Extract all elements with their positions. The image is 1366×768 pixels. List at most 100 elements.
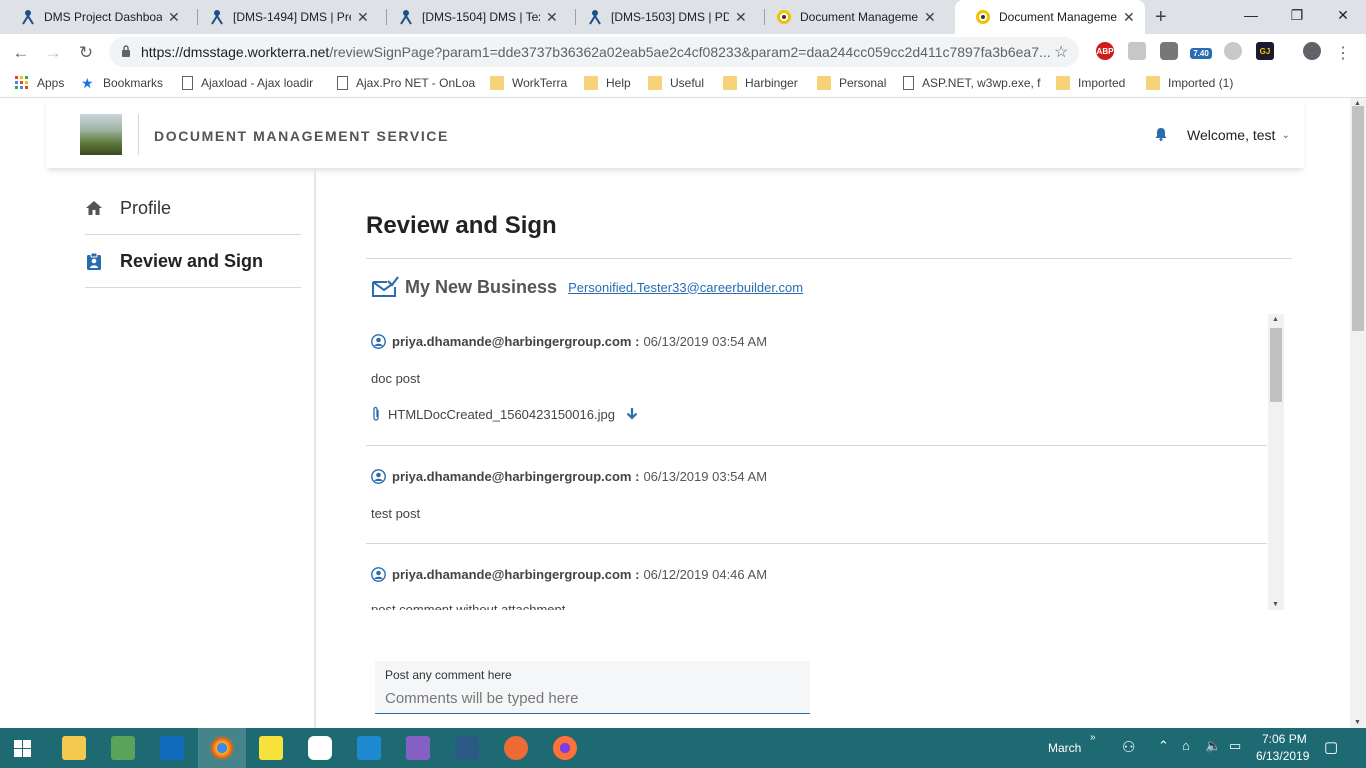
speedtest-extension-badge[interactable]: 7.40 [1190,48,1212,59]
header-divider [138,114,139,155]
close-icon[interactable]: ✕ [546,9,558,26]
battery-icon[interactable]: ▭ [1229,738,1241,754]
extension-badge-label: 7.40 [1193,49,1209,58]
scrollbar-thumb[interactable] [1352,106,1364,331]
clipboard-user-icon [87,252,101,270]
bookmark-star-icon[interactable]: ☆ [1054,42,1068,62]
file-explorer-icon[interactable] [62,736,86,760]
bell-icon[interactable] [1154,127,1168,141]
bookmark-harbinger[interactable]: Harbinger [723,76,798,90]
back-arrow-icon[interactable]: ← [8,40,34,66]
brand-title: DOCUMENT MANAGEMENT SERVICE [154,128,449,144]
circle-extension-icon[interactable] [1224,42,1242,60]
bookmark-label: Apps [37,76,65,90]
reload-icon[interactable]: ↻ [73,40,99,66]
scroll-down-icon[interactable]: ▼ [1272,601,1279,608]
bookmark-label: Harbinger [745,76,798,90]
user-circle-icon [371,567,386,582]
bookmark-label: Bookmarks [103,76,164,90]
browser-tab-3[interactable]: [DMS-1504] DMS | Text ✕ [378,0,573,34]
close-icon[interactable]: ✕ [924,9,936,26]
windows-start-icon[interactable] [14,740,31,757]
folder-icon [584,76,598,90]
bookmark-imported-1[interactable]: Imported (1) [1146,76,1233,90]
bookmark-workterra[interactable]: WorkTerra [490,76,567,90]
bookmark-label: Personal [839,76,887,90]
post-header: priya.dhamande@harbingergroup.com : 06/1… [371,469,767,484]
people-icon[interactable]: ⚇ [1122,738,1135,756]
menu-kebab-icon[interactable]: ⋮ [1330,40,1356,66]
notepad-icon[interactable] [111,736,135,760]
maximize-icon[interactable]: ❐ [1274,0,1320,30]
adblock-label: ABP [1096,46,1114,56]
postman-icon[interactable] [504,736,528,760]
comment-thread[interactable]: priya.dhamande@harbingergroup.com : 06/1… [366,314,1284,610]
envelope-email-link[interactable]: Personified.Tester33@careerbuilder.com [568,280,803,295]
window-close-icon[interactable]: ✕ [1320,0,1366,30]
tray-chevron-up-icon[interactable]: ⌃ [1158,738,1169,754]
address-bar[interactable]: https://dmsstage.workterra.net/reviewSig… [109,37,1079,67]
post-author: priya.dhamande@harbingergroup.com : [392,567,640,582]
sidebar-item-profile[interactable]: Profile [85,182,301,235]
bookmark-ajaxpro[interactable]: Ajax.Pro NET - OnLoa [337,76,475,90]
outlook-icon[interactable] [160,736,184,760]
bookmark-apps[interactable]: Apps [15,76,64,90]
bookmark-aspnet[interactable]: ASP.NET, w3wp.exe, f [903,76,1041,90]
browser-tab-6-active[interactable]: Document Managemen ✕ [955,0,1145,34]
bookmark-ajaxload[interactable]: Ajaxload - Ajax loadir [182,76,313,90]
notification-icon[interactable]: ▢ [1324,738,1338,756]
sidebar-item-review-and-sign[interactable]: Review and Sign [85,235,301,288]
browser-tab-4[interactable]: [DMS-1503] DMS | PDF ✕ [567,0,762,34]
list-item: priya.dhamande@harbingergroup.com : 06/1… [366,544,1267,610]
vscode-icon[interactable] [357,736,381,760]
new-tab-plus-icon[interactable]: + [1155,6,1167,29]
camera-icon[interactable] [1160,42,1178,60]
profile-avatar-icon[interactable] [1303,42,1321,60]
pdf-extension-icon[interactable] [1128,42,1146,60]
bookmark-personal[interactable]: Personal [817,76,886,90]
forward-arrow-icon[interactable]: → [40,40,66,66]
bookmark-useful[interactable]: Useful [648,76,704,90]
apps-grid-icon [15,76,28,89]
sticky-notes-icon[interactable] [259,736,283,760]
firefox-icon[interactable] [553,736,577,760]
jira-icon [400,10,412,25]
network-icon[interactable]: ⌂ [1182,738,1190,753]
browser-tab-1[interactable]: DMS Project Dashboard ✕ [0,0,195,34]
post-header: priya.dhamande@harbingergroup.com : 06/1… [371,334,767,349]
scroll-up-icon[interactable]: ▲ [1272,316,1279,323]
user-menu[interactable]: Welcome, test ⌄ [1187,127,1290,143]
taskbar-weather[interactable]: March [1048,741,1081,755]
close-icon[interactable]: ✕ [168,9,180,26]
scroll-down-icon[interactable]: ▼ [1354,719,1361,726]
browser-tab-2[interactable]: [DMS-1494] DMS | Pref ✕ [189,0,384,34]
taskbar-date[interactable]: 6/13/2019 [1256,749,1309,763]
jira-icon [589,10,601,25]
close-icon[interactable]: ✕ [1123,9,1135,26]
chrome-icon[interactable] [210,736,234,760]
close-icon[interactable]: ✕ [735,9,747,26]
folder-icon [490,76,504,90]
taskbar-time[interactable]: 7:06 PM [1262,732,1307,746]
visual-studio-icon[interactable] [406,736,430,760]
bookmark-bookmarks[interactable]: ★ Bookmarks [81,76,163,90]
bookmark-imported[interactable]: Imported [1056,76,1125,90]
sidebar: Profile Review and Sign [0,168,316,728]
comment-input[interactable] [385,687,800,709]
browser-tab-5[interactable]: Document Managemen ✕ [756,0,951,34]
slack-icon[interactable] [308,736,332,760]
scrollbar-thumb[interactable] [1270,328,1282,402]
bookmark-help[interactable]: Help [584,76,631,90]
chevron-double-right-icon[interactable]: » [1090,732,1096,743]
gj-extension-icon[interactable]: GJ [1256,42,1274,60]
adblock-icon[interactable]: ABP [1096,42,1114,60]
close-icon[interactable]: ✕ [357,9,369,26]
database-tool-icon[interactable] [455,736,479,760]
download-arrow-icon[interactable] [625,407,639,421]
company-logo[interactable] [80,114,122,155]
thread-scrollbar[interactable]: ▲ ▼ [1268,314,1284,610]
volume-icon[interactable]: 🔈 [1205,738,1221,754]
minimize-icon[interactable]: — [1228,0,1274,30]
page-scrollbar[interactable]: ▲ ▼ [1350,98,1366,728]
attachment[interactable]: HTMLDocCreated_1560423150016.jpg [371,406,639,422]
